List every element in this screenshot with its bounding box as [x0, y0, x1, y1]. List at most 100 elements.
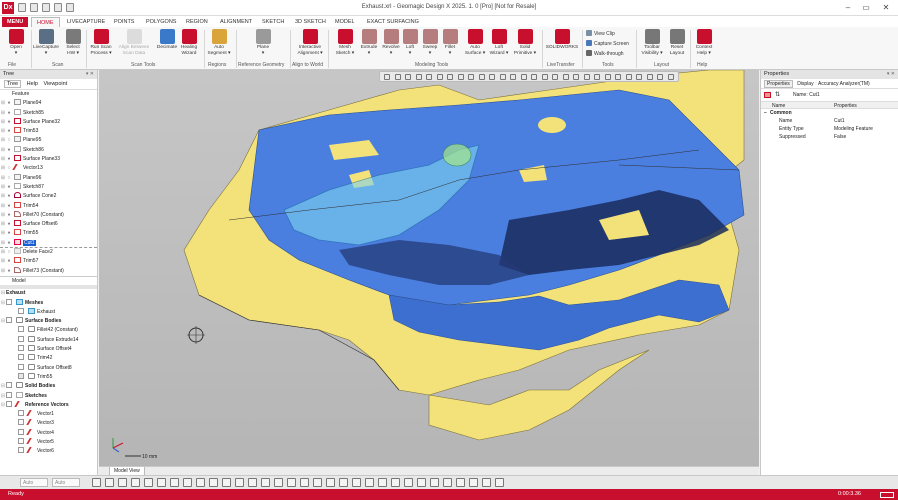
- close-icon[interactable]: ▾ ✕: [887, 70, 895, 79]
- model-tree-item[interactable]: Surface Offset4: [0, 345, 97, 354]
- visibility-icon[interactable]: ○: [6, 174, 12, 183]
- selection-tool-icon[interactable]: [235, 478, 244, 487]
- view-tool-icon[interactable]: [573, 74, 579, 80]
- view-tool-icon[interactable]: [405, 74, 411, 80]
- model-tree-item[interactable]: Vector3: [0, 419, 97, 428]
- visibility-icon[interactable]: ●: [6, 267, 12, 276]
- visibility-icon[interactable]: ●: [6, 146, 12, 155]
- context-help-button[interactable]: Context Help ▾: [689, 29, 719, 56]
- visibility-icon[interactable]: ●: [6, 257, 12, 266]
- selection-tool-icon[interactable]: [183, 478, 192, 487]
- model-tree-item[interactable]: Surface Extrude14: [0, 335, 97, 345]
- visibility-icon[interactable]: ●: [6, 127, 12, 136]
- model-tree-item[interactable]: Trim42: [0, 354, 97, 363]
- selection-tool-icon[interactable]: [300, 478, 309, 487]
- model-tree-item[interactable]: Surface Offset8: [0, 363, 97, 373]
- visibility-checkbox[interactable]: [18, 437, 24, 444]
- tab-region[interactable]: REGION: [181, 17, 213, 27]
- tree-item[interactable]: ⊞ ○ Plane95: [0, 136, 97, 145]
- visibility-icon[interactable]: ●: [6, 109, 12, 118]
- selection-filter-select[interactable]: Auto: [52, 478, 80, 487]
- auto-segment-button[interactable]: Auto Segment ▾: [204, 29, 234, 56]
- visibility-icon[interactable]: ●: [6, 155, 12, 164]
- selection-tool-icon[interactable]: [469, 478, 478, 487]
- visibility-checkbox[interactable]: [6, 317, 12, 324]
- selection-tool-icon[interactable]: [430, 478, 439, 487]
- view-tool-icon[interactable]: [499, 74, 506, 80]
- close-icon[interactable]: ▾ ✕: [86, 70, 94, 79]
- tree-item[interactable]: ⊞ ● Trim54: [0, 201, 97, 211]
- minimize-button[interactable]: –: [840, 2, 856, 13]
- visibility-checkbox[interactable]: [6, 382, 12, 389]
- tab-accuracy-analyzer[interactable]: Accuracy Analyzer(TM): [818, 81, 870, 87]
- model-tree-item[interactable]: Vector6: [0, 447, 97, 456]
- tab-help[interactable]: Help: [27, 81, 38, 87]
- tree-item[interactable]: ⊞ ● Trim57: [0, 257, 97, 266]
- section-common[interactable]: − Common: [761, 109, 898, 117]
- model-viewport[interactable]: 10 mm: [99, 70, 759, 475]
- tree-item[interactable]: ⊞ ● Trim53: [0, 127, 97, 136]
- model-tree-item[interactable]: Vector4: [0, 428, 97, 438]
- tab-properties[interactable]: Properties: [764, 80, 793, 88]
- selection-tool-icon[interactable]: [443, 478, 452, 487]
- selection-tool-icon[interactable]: [196, 478, 205, 487]
- tab-livecapture[interactable]: LIVECAPTURE: [62, 17, 110, 27]
- fillet-button[interactable]: Fillet ▾: [438, 29, 462, 56]
- selection-tool-icon[interactable]: [391, 478, 400, 487]
- view-tool-icon[interactable]: [657, 74, 663, 80]
- view-tool-icon[interactable]: [541, 74, 548, 80]
- tree-item[interactable]: ⊞ ● Sketch85: [0, 108, 97, 118]
- tab-menu[interactable]: MENU: [2, 17, 29, 27]
- tab-alignment[interactable]: ALIGNMENT: [215, 17, 257, 27]
- visibility-checkbox[interactable]: [18, 363, 24, 370]
- visibility-icon[interactable]: ●: [6, 239, 12, 247]
- view-tool-icon[interactable]: [552, 74, 558, 80]
- interactive-alignment-button[interactable]: Interactive Alignment ▾: [294, 29, 326, 56]
- livecapture-button[interactable]: LiveCapture ▾: [31, 29, 61, 56]
- maximize-button[interactable]: ▭: [858, 2, 874, 13]
- select-hw-button[interactable]: Select HW ▾: [58, 29, 88, 56]
- sort-icon[interactable]: ⇅: [775, 89, 780, 101]
- view-tool-icon[interactable]: [520, 74, 527, 80]
- tab-points[interactable]: POINTS: [109, 17, 139, 27]
- visibility-checkbox[interactable]: [18, 345, 24, 352]
- property-row[interactable]: Entity Type Modeling Feature: [761, 125, 898, 133]
- model-tree-item[interactable]: ⊟ Solid Bodies: [0, 382, 97, 391]
- selection-tool-icon[interactable]: [170, 478, 179, 487]
- visibility-checkbox[interactable]: [18, 447, 24, 454]
- tab-3d-sketch[interactable]: 3D SKETCH: [290, 17, 331, 27]
- view-tool-icon[interactable]: [604, 74, 611, 80]
- tab-exact-surfacing[interactable]: EXACT SURFACING: [362, 17, 424, 27]
- visibility-checkbox[interactable]: [18, 428, 24, 435]
- selection-tool-icon[interactable]: [157, 478, 166, 487]
- visibility-checkbox[interactable]: [18, 410, 24, 417]
- selection-tool-icon[interactable]: [482, 478, 491, 487]
- tree-item[interactable]: ⊞ ● Surface Offset6: [0, 220, 97, 229]
- solid-primitive-button[interactable]: Solid Primitive ▾: [510, 29, 540, 56]
- model-tree-item[interactable]: ⊟ Surface Bodies: [0, 317, 97, 326]
- tree-item[interactable]: ⊞ ● Sketch86: [0, 145, 97, 155]
- visibility-icon[interactable]: ○: [6, 164, 12, 173]
- visibility-checkbox[interactable]: [18, 326, 24, 333]
- selection-tool-icon[interactable]: [209, 478, 218, 487]
- selection-tool-icon[interactable]: [222, 478, 231, 487]
- view-tool-icon[interactable]: [478, 74, 485, 80]
- selection-tool-icon[interactable]: [287, 478, 296, 487]
- selection-tool-icon[interactable]: [456, 478, 465, 487]
- visibility-icon[interactable]: ●: [6, 229, 12, 238]
- healing-wizard-button[interactable]: Healing Wizard: [174, 29, 204, 56]
- selection-tool-icon[interactable]: [131, 478, 140, 487]
- tree-item[interactable]: ⊞ ● Fillet73 (Constant): [0, 266, 97, 276]
- tree-item[interactable]: ⊞ ● Surface Plane32: [0, 117, 97, 127]
- tab-polygons[interactable]: POLYGONS: [141, 17, 181, 27]
- loft-wizard-button[interactable]: Loft Wizard ▾: [485, 29, 513, 56]
- view-tool-icon[interactable]: [489, 74, 495, 80]
- visibility-checkbox[interactable]: [6, 391, 12, 398]
- visibility-checkbox[interactable]: [6, 298, 12, 305]
- view-tool-icon[interactable]: [615, 74, 621, 80]
- view-tool-icon[interactable]: [426, 74, 432, 80]
- tree-item[interactable]: ⊞ ○ Plane96: [0, 173, 97, 183]
- visibility-icon[interactable]: ●: [6, 202, 12, 211]
- selection-tool-icon[interactable]: [352, 478, 361, 487]
- align-between-scan-data-button[interactable]: Align Between Scan Data: [116, 29, 152, 56]
